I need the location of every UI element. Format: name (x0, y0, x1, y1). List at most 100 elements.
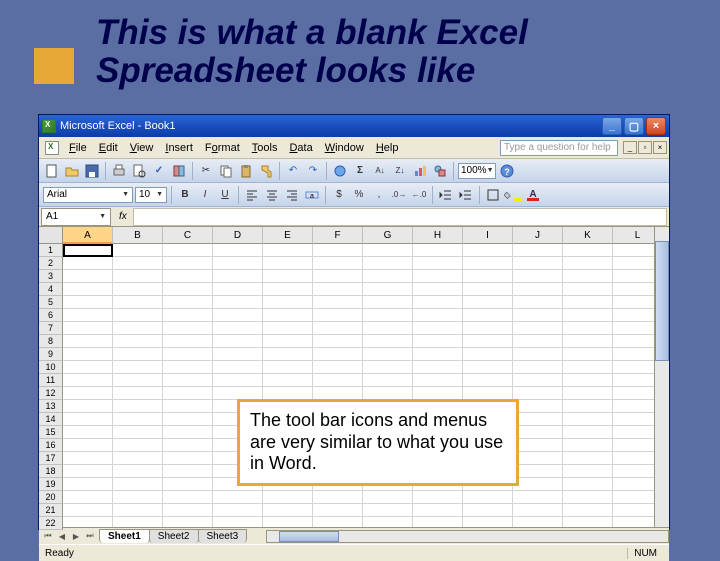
cell[interactable] (363, 491, 413, 504)
row-header[interactable]: 14 (39, 413, 63, 426)
cell[interactable] (113, 335, 163, 348)
cell[interactable] (513, 452, 563, 465)
increase-indent-icon[interactable] (457, 186, 475, 204)
cell[interactable] (63, 452, 113, 465)
cell[interactable] (563, 244, 613, 257)
cell[interactable] (313, 374, 363, 387)
align-right-icon[interactable] (283, 186, 301, 204)
cell[interactable] (63, 244, 113, 257)
cell[interactable] (263, 504, 313, 517)
cell[interactable] (563, 452, 613, 465)
cell[interactable] (63, 335, 113, 348)
fill-color-icon[interactable] (504, 186, 522, 204)
paste-icon[interactable] (237, 162, 255, 180)
open-icon[interactable] (63, 162, 81, 180)
cell[interactable] (513, 374, 563, 387)
cell[interactable] (163, 491, 213, 504)
column-header[interactable]: E (263, 227, 313, 244)
cell[interactable] (513, 478, 563, 491)
horizontal-scrollbar[interactable] (266, 530, 669, 543)
row-header[interactable]: 18 (39, 465, 63, 478)
decrease-indent-icon[interactable] (437, 186, 455, 204)
cell[interactable] (113, 322, 163, 335)
cell[interactable] (363, 270, 413, 283)
cell[interactable] (63, 374, 113, 387)
cell[interactable] (513, 400, 563, 413)
cell[interactable] (63, 322, 113, 335)
cell[interactable] (113, 439, 163, 452)
cell[interactable] (213, 322, 263, 335)
menu-tools[interactable]: Tools (246, 140, 284, 156)
font-size-field[interactable]: 10▼ (135, 187, 167, 203)
cell[interactable] (563, 504, 613, 517)
cell[interactable] (513, 322, 563, 335)
cell[interactable] (113, 283, 163, 296)
cell[interactable] (163, 309, 213, 322)
row-header[interactable]: 20 (39, 491, 63, 504)
cell[interactable] (563, 400, 613, 413)
cell[interactable] (313, 283, 363, 296)
cell[interactable] (413, 296, 463, 309)
mdi-close-button[interactable]: × (653, 141, 667, 154)
cell[interactable] (263, 244, 313, 257)
currency-button[interactable]: $ (330, 186, 348, 204)
cell[interactable] (63, 309, 113, 322)
cell[interactable] (413, 491, 463, 504)
cell[interactable] (463, 257, 513, 270)
cell[interactable] (113, 374, 163, 387)
menu-window[interactable]: Window (319, 140, 370, 156)
cell[interactable] (163, 348, 213, 361)
cell[interactable] (413, 322, 463, 335)
cell[interactable] (513, 426, 563, 439)
copy-icon[interactable] (217, 162, 235, 180)
font-color-icon[interactable]: A (524, 186, 542, 204)
fx-button[interactable]: fx (119, 211, 127, 222)
cell[interactable] (163, 465, 213, 478)
menu-help[interactable]: Help (370, 140, 405, 156)
cell[interactable] (563, 361, 613, 374)
cell[interactable] (63, 283, 113, 296)
cell[interactable] (263, 283, 313, 296)
cell[interactable] (363, 374, 413, 387)
cell[interactable] (513, 361, 563, 374)
cell[interactable] (413, 504, 463, 517)
sort-asc-icon[interactable]: A↓ (371, 162, 389, 180)
cell[interactable] (113, 296, 163, 309)
cell[interactable] (463, 348, 513, 361)
cell[interactable] (563, 517, 613, 527)
window-minimize-button[interactable]: _ (602, 117, 622, 135)
cell[interactable] (213, 348, 263, 361)
row-header[interactable]: 17 (39, 452, 63, 465)
cell[interactable] (113, 413, 163, 426)
cell[interactable] (513, 387, 563, 400)
save-icon[interactable] (83, 162, 101, 180)
cell[interactable] (513, 244, 563, 257)
cell[interactable] (563, 387, 613, 400)
cell[interactable] (213, 491, 263, 504)
cell[interactable] (413, 517, 463, 527)
cell[interactable] (63, 413, 113, 426)
cell[interactable] (413, 335, 463, 348)
menu-edit[interactable]: Edit (93, 140, 124, 156)
row-header[interactable]: 5 (39, 296, 63, 309)
cell[interactable] (163, 270, 213, 283)
cell[interactable] (313, 491, 363, 504)
cell[interactable] (413, 361, 463, 374)
cell[interactable] (313, 335, 363, 348)
autosum-icon[interactable]: Σ (351, 162, 369, 180)
cell[interactable] (363, 517, 413, 527)
cell[interactable] (213, 257, 263, 270)
row-header[interactable]: 10 (39, 361, 63, 374)
cell[interactable] (563, 296, 613, 309)
cell[interactable] (463, 283, 513, 296)
cell[interactable] (463, 270, 513, 283)
cell[interactable] (163, 296, 213, 309)
cell[interactable] (213, 517, 263, 527)
cell[interactable] (163, 361, 213, 374)
sheet-tab-1[interactable]: Sheet1 (99, 529, 150, 543)
cell[interactable] (413, 257, 463, 270)
cell[interactable] (563, 465, 613, 478)
cell[interactable] (563, 335, 613, 348)
cell[interactable] (213, 504, 263, 517)
cell[interactable] (163, 322, 213, 335)
